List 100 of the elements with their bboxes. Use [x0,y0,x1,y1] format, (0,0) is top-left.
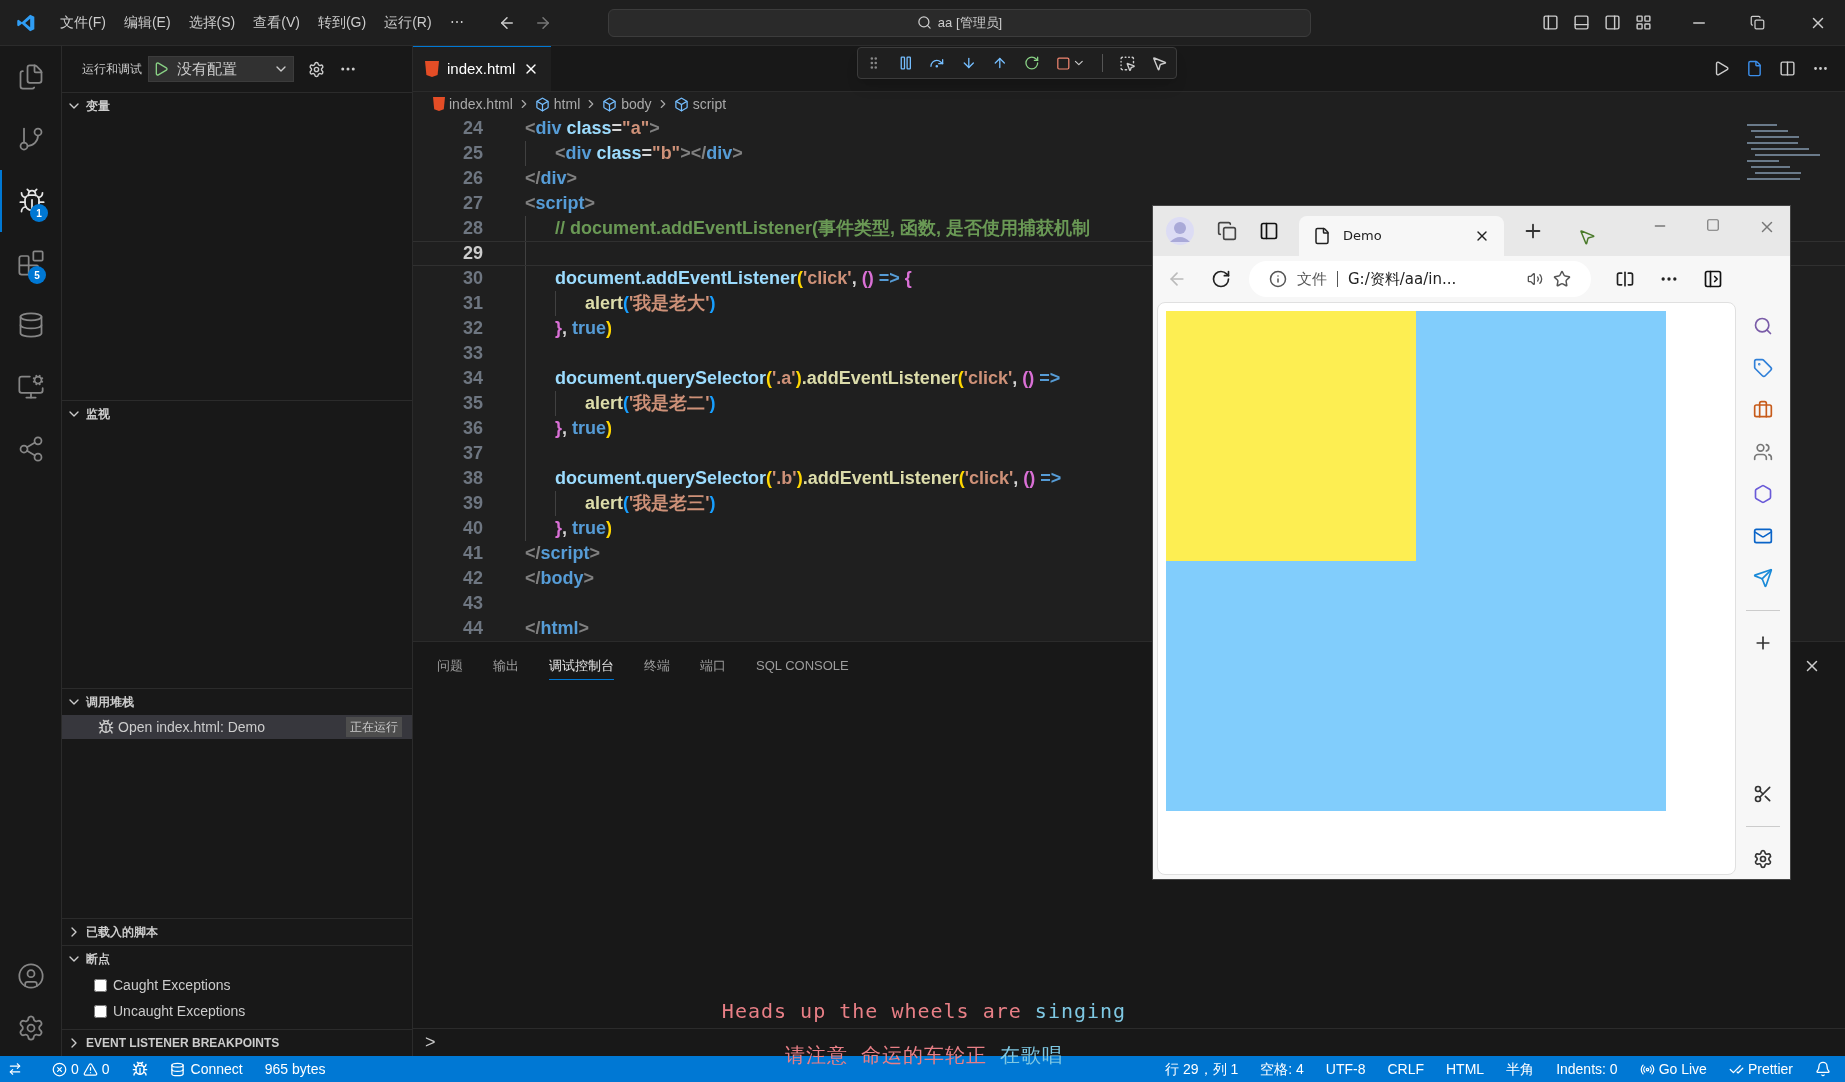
go-live-item[interactable]: Go Live [1639,1058,1707,1080]
status-item[interactable]: UTF-8 [1325,1058,1366,1080]
menu-item[interactable]: 选择(S) [180,9,244,36]
step-out-icon[interactable] [992,55,1008,71]
panel-tab[interactable]: SQL CONSOLE [756,652,849,680]
line-number: 24 [461,117,484,140]
mail-icon[interactable] [1753,526,1773,546]
pointer-icon[interactable] [1151,54,1168,72]
layout-icon[interactable] [1635,14,1652,31]
screenshot-icon[interactable] [1753,784,1773,804]
collections-icon[interactable] [1217,221,1237,241]
line-number: 28 [461,217,484,240]
line-number: 27 [461,192,484,215]
vertical-tabs-icon[interactable] [1259,221,1279,241]
refresh-icon[interactable] [1211,269,1231,289]
search-icon[interactable] [1753,316,1773,336]
status-item[interactable]: 空格: 4 [1260,1058,1304,1080]
menu-item[interactable]: 编辑(E) [115,9,179,36]
star-icon[interactable] [1553,270,1571,288]
restore-icon[interactable] [1750,15,1765,30]
line-number: 34 [461,367,484,390]
panel-tab[interactable]: 端口 [700,652,726,680]
connect-item[interactable]: Connect [169,1058,243,1080]
section-header[interactable]: 调用堆栈 [62,689,412,715]
people-icon[interactable] [1753,442,1773,462]
app-logo-icon [16,12,36,33]
panel-tab[interactable]: 问题 [437,652,463,680]
command-center[interactable]: aa [管理员] [608,8,1311,37]
breadcrumb-item[interactable]: html [534,93,581,115]
editor-tab[interactable]: index.html [413,46,552,91]
debug-icon[interactable] [131,1061,148,1077]
line-number: 32 [461,317,484,340]
code-line: }, true) [555,517,613,540]
toggle-sidebar-icon[interactable] [1542,14,1559,31]
breadcrumb-item[interactable]: body [602,93,652,115]
run-icon[interactable] [1713,60,1730,77]
breadcrumb-item[interactable]: script [673,93,727,115]
tag-icon[interactable] [1753,358,1773,378]
status-item[interactable]: Indents: 0 [1556,1058,1618,1080]
stop-icon[interactable] [1055,55,1071,71]
code-line: <div class="b"></div> [555,142,743,165]
sidebar-toggle-icon[interactable] [1703,269,1723,289]
breadcrumb-item[interactable]: index.html [433,93,513,115]
split-editor-icon[interactable] [1779,60,1796,77]
database-icon [169,1061,185,1077]
activity-item[interactable]: 5 [0,232,61,294]
panel-tab[interactable]: 终端 [644,652,670,680]
maximize-icon[interactable] [1706,218,1720,232]
inspect-icon[interactable] [1118,54,1136,72]
subtitle-text: Heads up the wheels are singing [721,998,1127,1025]
problems-indicator[interactable]: 0 0 [52,1058,110,1080]
url-text: G:/资料/aa/in... [1348,268,1457,290]
menu-item[interactable]: 查看(V) [245,9,308,36]
toggle-panel-icon[interactable] [1573,14,1590,31]
checkbox[interactable] [94,978,107,992]
toggle-secondary-sidebar-icon[interactable] [1604,14,1621,31]
section-header[interactable]: 变量 [62,93,412,119]
status-item[interactable]: 行 29，列 1 [1165,1058,1239,1080]
line-number: 44 [461,617,484,640]
status-item[interactable]: HTML [1446,1058,1485,1080]
count-badge: 5 [28,266,46,284]
code-line: <script> [525,192,596,215]
send-icon[interactable] [1753,568,1773,588]
file-icon[interactable] [1746,60,1763,77]
briefcase-icon[interactable] [1753,400,1773,420]
code-line: alert('我是老大') [585,292,716,315]
monitor-icon [16,373,45,401]
status-badge: 正在运行 [346,717,402,737]
code-line: document.querySelector('.a').addEventListener('click', () => [555,367,1061,390]
status-item[interactable]: 半角 [1506,1058,1535,1080]
status-item[interactable]: CRLF [1387,1058,1424,1080]
notifications-icon[interactable] [1815,1061,1831,1077]
code-line: document.addEventListener('click', () => { [555,267,912,290]
code-line: }, true) [555,317,613,340]
section-header[interactable]: 监视 [62,401,412,427]
hexagon-icon[interactable] [1753,484,1773,504]
menu-item[interactable]: ⋯ [441,9,472,36]
remote-icon[interactable] [8,1062,22,1076]
section-header[interactable]: EVENT LISTENER BREAKPOINTS [62,1030,412,1056]
menu-item[interactable]: 转到(G) [309,9,375,36]
restart-icon[interactable] [1023,55,1040,71]
prettier-item[interactable]: Prettier [1728,1058,1793,1080]
section-header[interactable]: 已载入的脚本 [62,919,412,945]
browser-tab[interactable]: Demo [1299,216,1504,256]
config-dropdown[interactable]: 没有配置 [148,56,294,82]
panel-tab[interactable]: 调试控制台 [549,651,614,681]
settings-icon[interactable] [1753,849,1773,869]
breakpoint-option[interactable]: Uncaught Exceptions [62,998,412,1024]
file-size: 965 bytes [264,1059,326,1079]
account-icon[interactable] [16,962,45,990]
split-screen-icon[interactable] [1615,269,1635,289]
checkbox[interactable] [94,1004,107,1018]
panel-tab[interactable]: 输出 [493,652,519,680]
section-header[interactable]: 断点 [62,946,412,972]
address-bar[interactable]: 文件 G:/资料/aa/in... [1249,261,1591,297]
breakpoint-option[interactable]: Caught Exceptions [62,972,412,998]
call-stack-item[interactable]: Open index.html: Demo 正在运行 [62,715,412,739]
menu-item[interactable]: 文件(F) [52,9,114,36]
read-aloud-icon[interactable] [1527,271,1543,287]
menu-item[interactable]: 运行(R) [376,9,440,36]
